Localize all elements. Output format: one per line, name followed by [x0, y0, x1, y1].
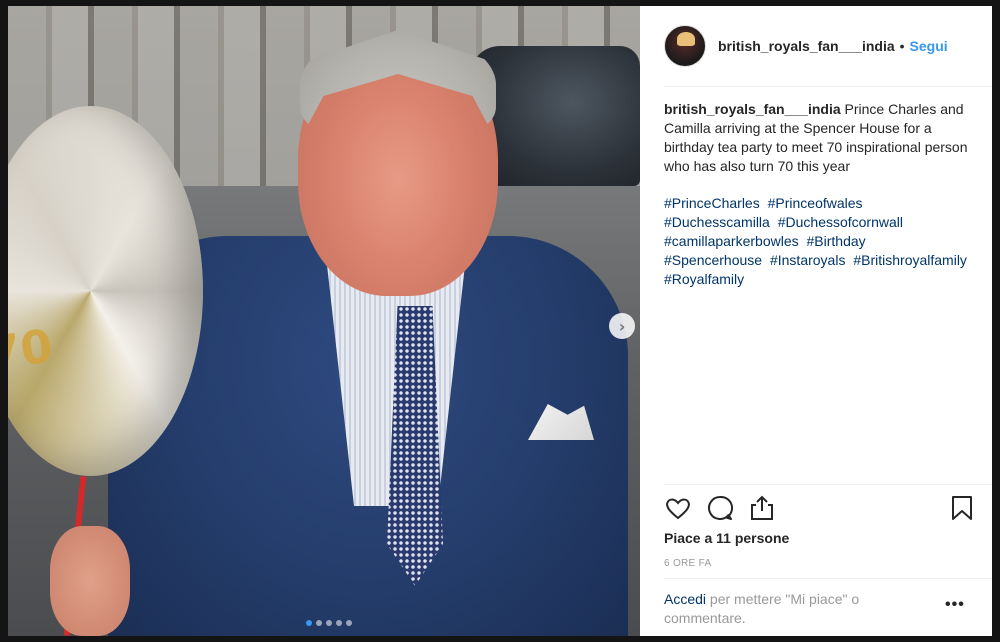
post-header: british_royals_fan___india • Segui: [640, 6, 992, 86]
post-side-panel: british_royals_fan___india • Segui briti…: [640, 6, 992, 636]
bookmark-icon[interactable]: [948, 494, 976, 522]
share-icon[interactable]: [748, 494, 776, 522]
hand: [50, 526, 130, 636]
hashtag-link[interactable]: #Britishroyalfamily: [853, 252, 967, 268]
divider: [664, 484, 992, 485]
carousel-indicator: [306, 620, 352, 626]
post-photo[interactable]: 70 ›: [8, 6, 640, 636]
divider: [664, 578, 992, 579]
carousel-next-button[interactable]: ›: [609, 313, 635, 339]
timestamp[interactable]: 6 ORE FA: [664, 558, 711, 569]
comment-icon[interactable]: [706, 494, 734, 522]
likes-count[interactable]: Piace a 11 persone: [664, 530, 789, 546]
hashtag-link[interactable]: #Duchesscamilla: [664, 214, 770, 230]
caption-username-link[interactable]: british_royals_fan___india: [664, 101, 841, 117]
carousel-dot: [336, 620, 342, 626]
carousel-dot: [346, 620, 352, 626]
login-prompt: Accedi per mettere "Mi piace" o commenta…: [664, 590, 924, 628]
carousel-dot: [306, 620, 312, 626]
caption: british_royals_fan___india Prince Charle…: [664, 100, 974, 176]
post-modal: 70 › british_royals_fan___india • Segui …: [0, 0, 1000, 642]
hashtag-list: #PrinceCharles #Princeofwales #Duchessca…: [664, 194, 974, 289]
balloon-graphic: 70: [8, 318, 56, 381]
username-link[interactable]: british_royals_fan___india: [718, 38, 895, 54]
action-bar: [664, 494, 976, 524]
avatar[interactable]: [664, 25, 706, 67]
hashtag-link[interactable]: #camillaparkerbowles: [664, 233, 799, 249]
header-separator: •: [899, 38, 905, 54]
hashtag-link[interactable]: #Instaroyals: [770, 252, 845, 268]
hashtag-link[interactable]: #Birthday: [807, 233, 866, 249]
login-link[interactable]: Accedi: [664, 591, 706, 607]
follow-button[interactable]: Segui: [910, 38, 948, 54]
hashtag-link[interactable]: #PrinceCharles: [664, 195, 760, 211]
heart-icon[interactable]: [664, 494, 692, 522]
hashtag-link[interactable]: #Princeofwales: [768, 195, 863, 211]
more-options-button[interactable]: •••: [945, 596, 965, 614]
hashtag-link[interactable]: #Duchessofcornwall: [778, 214, 903, 230]
hashtag-link[interactable]: #Royalfamily: [664, 271, 744, 287]
hashtag-link[interactable]: #Spencerhouse: [664, 252, 762, 268]
carousel-dot: [316, 620, 322, 626]
carousel-dot: [326, 620, 332, 626]
divider: [664, 86, 992, 87]
